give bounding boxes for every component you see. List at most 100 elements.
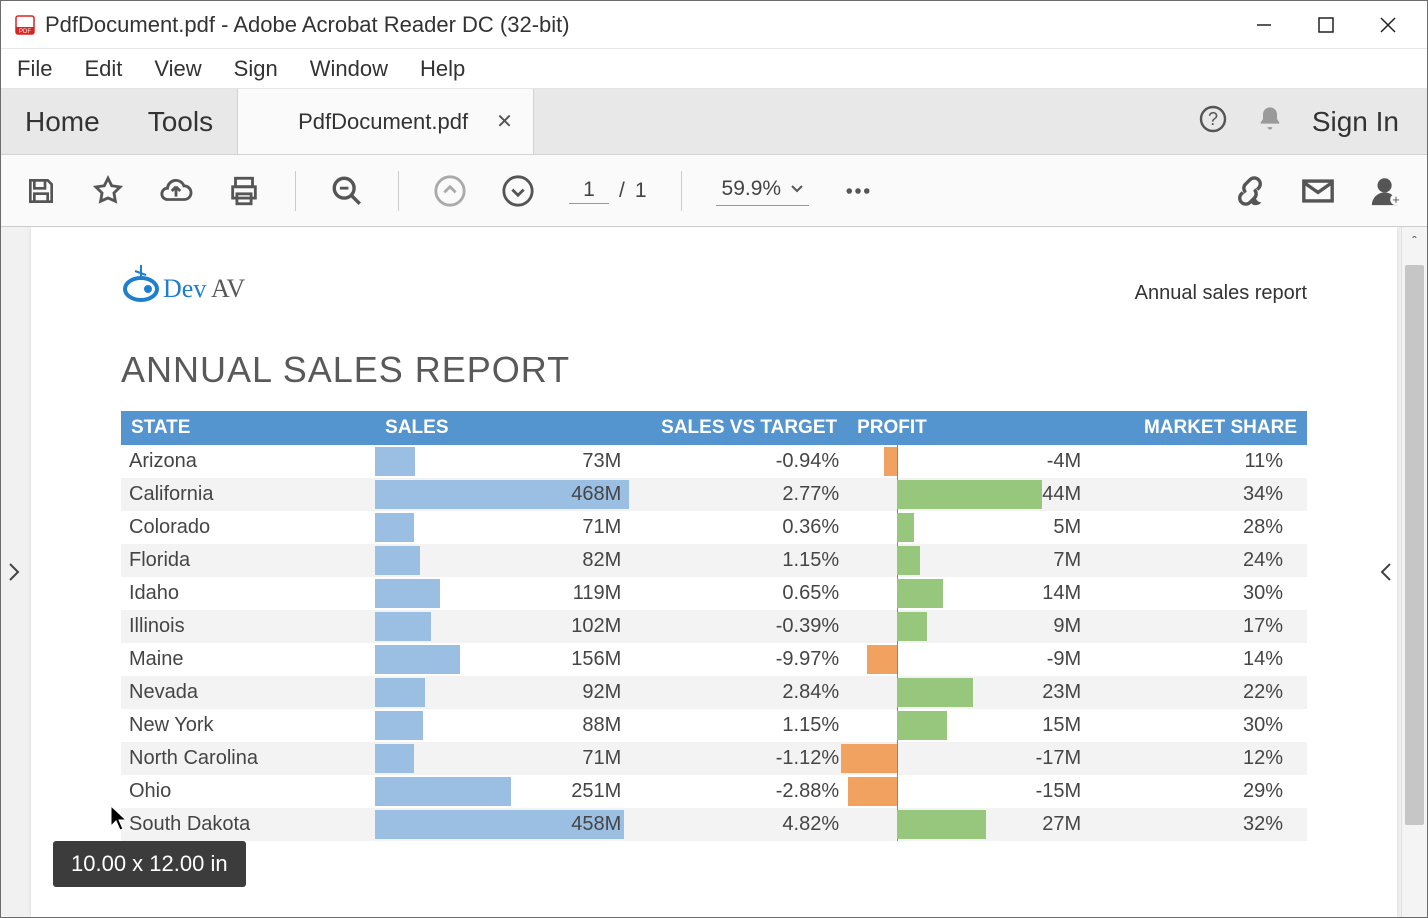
save-icon[interactable] bbox=[25, 175, 57, 207]
menu-help[interactable]: Help bbox=[414, 52, 471, 86]
menu-file[interactable]: File bbox=[11, 52, 58, 86]
cell-state: New York bbox=[121, 709, 375, 742]
tab-home[interactable]: Home bbox=[1, 89, 124, 154]
header-state: STATE bbox=[121, 411, 375, 445]
panel-expand-left[interactable] bbox=[3, 550, 25, 594]
scrollbar-thumb[interactable] bbox=[1405, 265, 1424, 825]
cell-market-share: 30% bbox=[1089, 709, 1307, 742]
svg-text:AV: AV bbox=[211, 274, 245, 303]
print-icon[interactable] bbox=[227, 174, 261, 208]
cell-sales: 156M bbox=[375, 643, 629, 676]
zoom-dropdown[interactable]: 59.9% bbox=[716, 175, 810, 206]
pdf-file-icon: PDF bbox=[15, 15, 35, 35]
table-row: Florida82M1.15%7M24% bbox=[121, 544, 1307, 577]
cell-market-share: 14% bbox=[1089, 643, 1307, 676]
panel-expand-right[interactable] bbox=[1375, 550, 1397, 594]
svg-text:+: + bbox=[1392, 191, 1399, 206]
zoom-icon[interactable] bbox=[330, 174, 364, 208]
close-button[interactable] bbox=[1357, 1, 1419, 49]
titlebar: PDF PdfDocument.pdf - Adobe Acrobat Read… bbox=[1, 1, 1427, 49]
report-title: ANNUAL SALES REPORT bbox=[121, 349, 1307, 391]
cell-market-share: 32% bbox=[1089, 808, 1307, 841]
bell-icon[interactable] bbox=[1256, 105, 1284, 138]
logo: Dev AV bbox=[121, 261, 271, 305]
table-row: Maine156M-9.97%-9M14% bbox=[121, 643, 1307, 676]
cell-sales: 468M bbox=[375, 478, 629, 511]
header-sales: SALES bbox=[375, 411, 629, 445]
account-icon[interactable]: + bbox=[1369, 174, 1403, 208]
cell-sales: 458M bbox=[375, 808, 629, 841]
scroll-up-icon[interactable]: ˆ bbox=[1402, 233, 1427, 249]
cell-sales-vs-target: 0.65% bbox=[629, 577, 847, 610]
cell-state: North Carolina bbox=[121, 742, 375, 775]
table-row: Arizona73M-0.94%-4M11% bbox=[121, 445, 1307, 478]
cell-state: South Dakota bbox=[121, 808, 375, 841]
cell-state: Ohio bbox=[121, 775, 375, 808]
cell-sales-vs-target: 1.15% bbox=[629, 709, 847, 742]
dimensions-tooltip: 10.00 x 12.00 in bbox=[53, 841, 246, 887]
cell-sales: 71M bbox=[375, 742, 629, 775]
cell-sales-vs-target: -1.12% bbox=[629, 742, 847, 775]
cell-profit: 23M bbox=[847, 676, 1089, 709]
table-row: Colorado71M0.36%5M28% bbox=[121, 511, 1307, 544]
report-subtitle: Annual sales report bbox=[1135, 282, 1307, 305]
page-down-icon[interactable] bbox=[501, 174, 535, 208]
page-current-input[interactable] bbox=[569, 177, 609, 204]
cell-sales-vs-target: -0.39% bbox=[629, 610, 847, 643]
minimize-button[interactable] bbox=[1233, 1, 1295, 49]
share-link-icon[interactable] bbox=[1233, 174, 1267, 208]
menu-edit[interactable]: Edit bbox=[78, 52, 128, 86]
cell-state: Arizona bbox=[121, 445, 375, 478]
page-up-icon[interactable] bbox=[433, 174, 467, 208]
cell-sales: 102M bbox=[375, 610, 629, 643]
cell-sales-vs-target: 1.15% bbox=[629, 544, 847, 577]
cell-market-share: 30% bbox=[1089, 577, 1307, 610]
document-area: Dev AV Annual sales report ANNUAL SALES … bbox=[1, 227, 1427, 917]
tab-close-icon[interactable]: ✕ bbox=[496, 109, 513, 134]
table-row: New York88M1.15%15M30% bbox=[121, 709, 1307, 742]
cell-profit: 44M bbox=[847, 478, 1089, 511]
table-row: South Dakota458M4.82%27M32% bbox=[121, 808, 1307, 841]
cell-market-share: 17% bbox=[1089, 610, 1307, 643]
table-row: Nevada92M2.84%23M22% bbox=[121, 676, 1307, 709]
more-icon[interactable] bbox=[843, 176, 873, 206]
cell-sales-vs-target: 4.82% bbox=[629, 808, 847, 841]
vertical-scrollbar[interactable]: ˆ bbox=[1401, 227, 1427, 917]
svg-text:PDF: PDF bbox=[19, 29, 31, 35]
cell-sales-vs-target: -0.94% bbox=[629, 445, 847, 478]
menu-sign[interactable]: Sign bbox=[228, 52, 284, 86]
zoom-value: 59.9% bbox=[722, 177, 782, 201]
cell-state: Idaho bbox=[121, 577, 375, 610]
header-profit: PROFIT bbox=[847, 411, 1089, 445]
chevron-down-icon bbox=[791, 183, 803, 195]
cloud-upload-icon[interactable] bbox=[159, 174, 193, 208]
window-title: PdfDocument.pdf - Adobe Acrobat Reader D… bbox=[45, 12, 1233, 38]
svg-text:Dev: Dev bbox=[163, 274, 206, 303]
cell-state: Maine bbox=[121, 643, 375, 676]
cursor-icon bbox=[109, 804, 129, 837]
cell-sales: 251M bbox=[375, 775, 629, 808]
cell-profit: -17M bbox=[847, 742, 1089, 775]
cell-market-share: 22% bbox=[1089, 676, 1307, 709]
email-icon[interactable] bbox=[1301, 174, 1335, 208]
cell-state: California bbox=[121, 478, 375, 511]
menu-view[interactable]: View bbox=[148, 52, 207, 86]
cell-sales: 92M bbox=[375, 676, 629, 709]
tab-tools[interactable]: Tools bbox=[124, 89, 237, 154]
maximize-button[interactable] bbox=[1295, 1, 1357, 49]
tab-document-label: PdfDocument.pdf bbox=[298, 109, 468, 135]
help-icon[interactable]: ? bbox=[1198, 104, 1228, 139]
cell-profit: 5M bbox=[847, 511, 1089, 544]
table-row: Illinois102M-0.39%9M17% bbox=[121, 610, 1307, 643]
tab-document[interactable]: PdfDocument.pdf ✕ bbox=[237, 89, 534, 154]
star-icon[interactable] bbox=[91, 174, 125, 208]
cell-profit: 14M bbox=[847, 577, 1089, 610]
cell-sales: 71M bbox=[375, 511, 629, 544]
sign-in-link[interactable]: Sign In bbox=[1312, 106, 1399, 138]
cell-market-share: 12% bbox=[1089, 742, 1307, 775]
menubar: File Edit View Sign Window Help bbox=[1, 49, 1427, 89]
cell-profit: -4M bbox=[847, 445, 1089, 478]
menu-window[interactable]: Window bbox=[304, 52, 394, 86]
sales-table: STATE SALES SALES VS TARGET PROFIT MARKE… bbox=[121, 411, 1307, 841]
cell-profit: 15M bbox=[847, 709, 1089, 742]
